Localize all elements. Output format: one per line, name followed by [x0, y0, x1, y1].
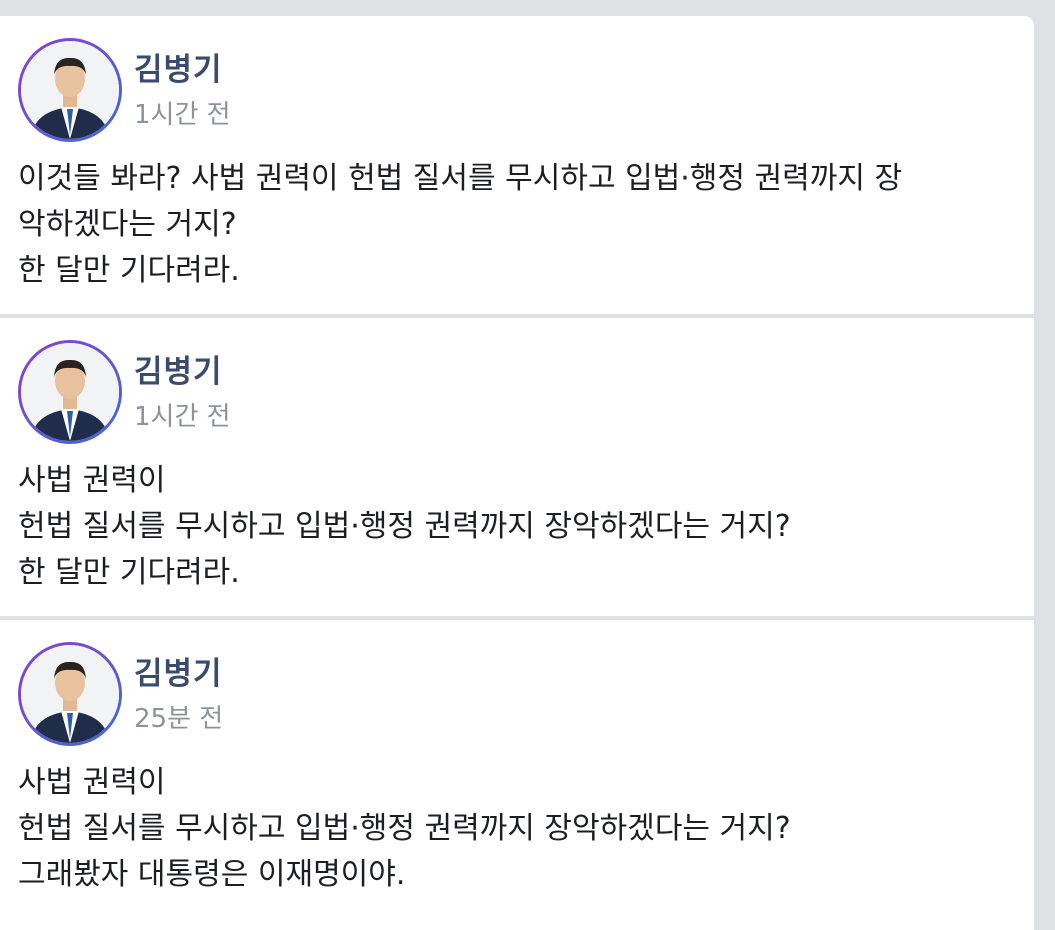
author-name[interactable]: 김병기 — [134, 648, 223, 693]
avatar-portrait-icon — [21, 343, 119, 441]
post-timestamp[interactable]: 25분 전 — [134, 698, 223, 735]
post-text: 이것들 봐라? 사법 권력이 헌법 질서를 무시하고 입법·행정 권력까지 장 … — [18, 156, 1018, 294]
post-text-line: 악하겠다는 거지? — [18, 207, 237, 242]
post-text-line: 이것들 봐라? 사법 권력이 헌법 질서를 무시하고 입법·행정 권력까지 장 — [18, 161, 903, 196]
post-text-line: 한 달만 기다려라. — [18, 253, 240, 288]
post-card: 김병기 1시간 전 이것들 봐라? 사법 권력이 헌법 질서를 무시하고 입법·… — [0, 16, 1034, 314]
post-text-line: 사법 권력이 — [18, 765, 166, 800]
post-timestamp[interactable]: 1시간 전 — [134, 396, 231, 433]
avatar[interactable] — [18, 642, 122, 746]
avatar[interactable] — [18, 340, 122, 444]
post-text-line: 헌법 질서를 무시하고 입법·행정 권력까지 장악하겠다는 거지? — [18, 509, 791, 544]
post-card: 김병기 25분 전 사법 권력이 헌법 질서를 무시하고 입법·행정 권력까지 … — [0, 620, 1034, 930]
post-timestamp[interactable]: 1시간 전 — [134, 94, 231, 131]
post-card: 김병기 1시간 전 사법 권력이 헌법 질서를 무시하고 입법·행정 권력까지 … — [0, 318, 1034, 616]
post-text-line: 헌법 질서를 무시하고 입법·행정 권력까지 장악하겠다는 거지? — [18, 811, 791, 846]
post-text-line: 한 달만 기다려라. — [18, 555, 240, 590]
post-text-line: 사법 권력이 — [18, 463, 166, 498]
avatar[interactable] — [18, 38, 122, 142]
avatar-portrait-icon — [21, 645, 119, 743]
post-text-line: 그래봤자 대통령은 이재명이야. — [18, 857, 406, 892]
author-name[interactable]: 김병기 — [134, 44, 223, 89]
post-text: 사법 권력이 헌법 질서를 무시하고 입법·행정 권력까지 장악하겠다는 거지?… — [18, 760, 1018, 898]
post-text: 사법 권력이 헌법 질서를 무시하고 입법·행정 권력까지 장악하겠다는 거지?… — [18, 458, 1018, 596]
avatar-portrait-icon — [21, 41, 119, 139]
author-name[interactable]: 김병기 — [134, 346, 223, 391]
